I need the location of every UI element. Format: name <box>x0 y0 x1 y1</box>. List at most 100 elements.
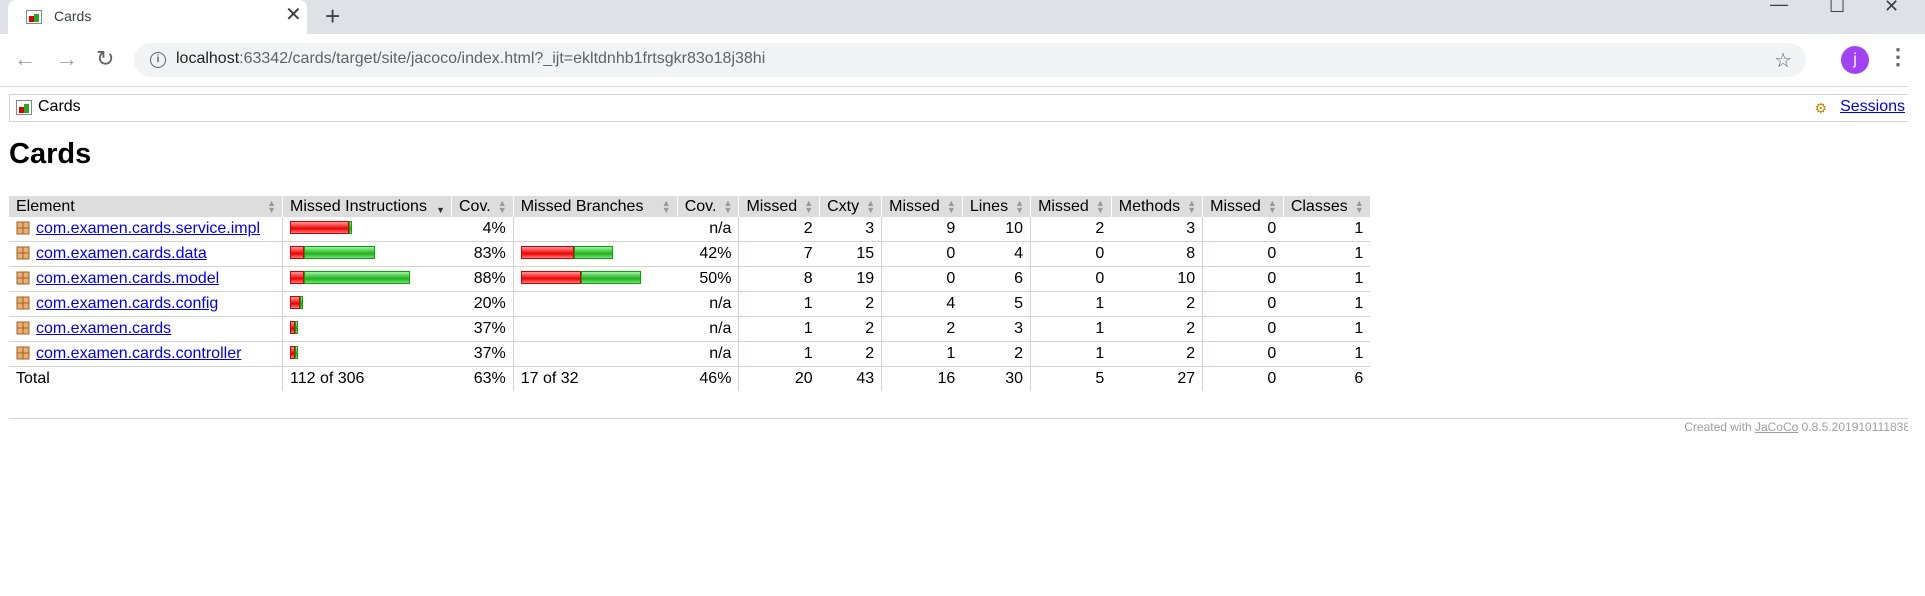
branches-bar <box>520 271 641 284</box>
classes-cell: 1 <box>1283 241 1371 267</box>
missed-bar-segment <box>290 221 349 234</box>
col-branch-cov[interactable]: Cov. ▲ ▼ <box>677 196 740 217</box>
instr-cov-cell: 4% <box>451 217 514 242</box>
col-lines-missed[interactable]: Missed ▲ ▼ <box>881 196 963 217</box>
branch-cov-cell: 50% <box>677 266 739 292</box>
back-icon[interactable]: ← <box>14 47 36 71</box>
sort-icon: ▲ ▼ <box>1187 198 1197 215</box>
total-methods-missed: 5 <box>1030 366 1112 391</box>
package-link[interactable]: com.examen.cards.controller <box>36 345 241 362</box>
covered-bar-segment <box>349 221 352 234</box>
lines-cell: 5 <box>962 291 1031 317</box>
instructions-bar-cell <box>282 291 452 317</box>
element-cell: com.examen.cards.data <box>9 241 283 267</box>
window-close-icon[interactable]: ✕ <box>1884 0 1899 17</box>
browser-menu-icon[interactable]: ⋮ <box>1887 44 1909 70</box>
col-cxty-missed[interactable]: Missed ▲ ▼ <box>738 196 821 217</box>
instructions-bar-cell <box>282 316 452 342</box>
col-instr-cov[interactable]: Cov. ▲ ▼ <box>451 196 514 217</box>
package-link[interactable]: com.examen.cards.model <box>36 270 219 287</box>
lines-missed-cell: 0 <box>881 266 963 292</box>
element-cell: com.examen.cards.controller <box>9 341 283 367</box>
instructions-bar-cell <box>282 241 452 267</box>
jacoco-link[interactable]: JaCoCo <box>1755 420 1798 434</box>
branch-cov-cell: n/a <box>677 291 739 317</box>
instr-cov-cell: 20% <box>451 291 514 317</box>
sort-icon: ▲ ▼ <box>1267 198 1277 215</box>
col-cxty[interactable]: Cxty ▲ ▼ <box>819 196 883 217</box>
classes-cell: 1 <box>1283 341 1371 367</box>
branches-bar <box>520 246 613 259</box>
footer-prefix: Created with <box>1684 420 1755 434</box>
package-link[interactable]: com.examen.cards.data <box>36 245 207 262</box>
profile-avatar[interactable]: j <box>1841 46 1869 74</box>
col-methods[interactable]: Methods ▲ ▼ <box>1111 196 1204 217</box>
tab-close-icon[interactable]: ✕ <box>285 5 302 25</box>
instructions-bar-cell <box>282 217 452 242</box>
col-lines[interactable]: Lines ▲ ▼ <box>962 196 1032 217</box>
covered-bar-segment <box>573 246 613 259</box>
lines-cell: 2 <box>962 341 1031 367</box>
col-classes-missed[interactable]: Missed ▲ ▼ <box>1202 196 1284 217</box>
breadcrumb: Cards ⚙ Sessions <box>9 94 1912 122</box>
sort-icon: ▲ ▼ <box>497 198 507 215</box>
branch-cov-cell: 42% <box>677 241 739 267</box>
total-lines-missed: 16 <box>881 366 963 391</box>
methods-cell: 2 <box>1111 291 1203 317</box>
sort-icon: ▲ ▼ <box>946 198 956 215</box>
address-bar[interactable]: i localhost:63342/cards/target/site/jaco… <box>134 43 1806 77</box>
sort-icon: ▲ ▼ <box>866 198 876 215</box>
sort-icon: ▲ ▼ <box>1095 198 1105 215</box>
element-cell: com.examen.cards.model <box>9 266 283 292</box>
minimize-icon[interactable]: — <box>1770 0 1788 15</box>
col-methods-missed[interactable]: Missed ▲ ▼ <box>1030 196 1112 217</box>
col-missed-branches[interactable]: Missed Branches ▲ ▼ <box>513 196 678 217</box>
lines-cell: 4 <box>962 241 1031 267</box>
url-text[interactable]: localhost:63342/cards/target/site/jacoco… <box>176 50 765 68</box>
package-icon <box>16 271 30 285</box>
classes-cell: 1 <box>1283 217 1371 242</box>
sort-icon: ▲ ▼ <box>1354 198 1364 215</box>
footer-version: 0.8.5.201910111838 <box>1798 420 1910 434</box>
col-missed-instructions[interactable]: Missed Instructions ▼ <box>282 196 452 217</box>
lines-cell: 6 <box>962 266 1031 292</box>
col-element[interactable]: Element ▲ ▼ <box>9 196 283 217</box>
browser-toolbar: ← → ↻ i localhost:63342/cards/target/sit… <box>0 34 1925 87</box>
browser-tab[interactable]: Cards ✕ <box>8 0 307 34</box>
cxty-missed-cell: 7 <box>738 241 820 267</box>
total-row: Total 112 of 306 63% 17 of 32 46% 20 43 … <box>9 366 1371 391</box>
methods-missed-cell: 1 <box>1030 341 1112 367</box>
branches-bar-cell <box>512 316 678 342</box>
cxty-cell: 2 <box>819 341 882 367</box>
methods-missed-cell: 2 <box>1030 217 1112 242</box>
covered-bar-segment <box>580 271 641 284</box>
element-cell: com.examen.cards <box>9 316 283 342</box>
bookmark-star-icon[interactable]: ☆ <box>1774 48 1792 73</box>
methods-missed-cell: 1 <box>1030 316 1112 342</box>
package-link[interactable]: com.examen.cards.config <box>36 295 218 312</box>
total-branches: 17 of 32 <box>512 366 678 391</box>
methods-missed-cell: 1 <box>1030 291 1112 317</box>
instr-cov-cell: 37% <box>451 316 514 342</box>
page-scrollbar[interactable] <box>1908 86 1925 596</box>
classes-missed-cell: 0 <box>1202 241 1284 267</box>
cxty-missed-cell: 1 <box>738 316 820 342</box>
col-classes[interactable]: Classes ▲ ▼ <box>1283 196 1371 217</box>
package-link[interactable]: com.examen.cards <box>36 320 171 337</box>
classes-missed-cell: 0 <box>1202 266 1284 292</box>
total-lines: 30 <box>962 366 1031 391</box>
maximize-icon[interactable]: ☐ <box>1829 0 1845 17</box>
table-row: com.examen.cards.config 20% n/a 1 2 4 5 1 2 0 1 <box>9 291 1371 317</box>
instructions-bar <box>290 296 303 309</box>
tab-title: Cards <box>54 8 92 24</box>
info-icon[interactable]: i <box>150 52 166 68</box>
reload-icon[interactable]: ↻ <box>96 47 114 71</box>
sessions-link[interactable]: Sessions <box>1840 98 1905 116</box>
package-link[interactable]: com.examen.cards.service.impl <box>36 220 260 237</box>
forward-icon[interactable]: → <box>56 47 78 71</box>
new-tab-icon[interactable]: + <box>325 2 340 30</box>
lines-cell: 3 <box>962 316 1031 342</box>
cxty-missed-cell: 1 <box>738 341 820 367</box>
methods-cell: 2 <box>1111 316 1203 342</box>
sort-icon: ▲ ▼ <box>661 198 671 215</box>
